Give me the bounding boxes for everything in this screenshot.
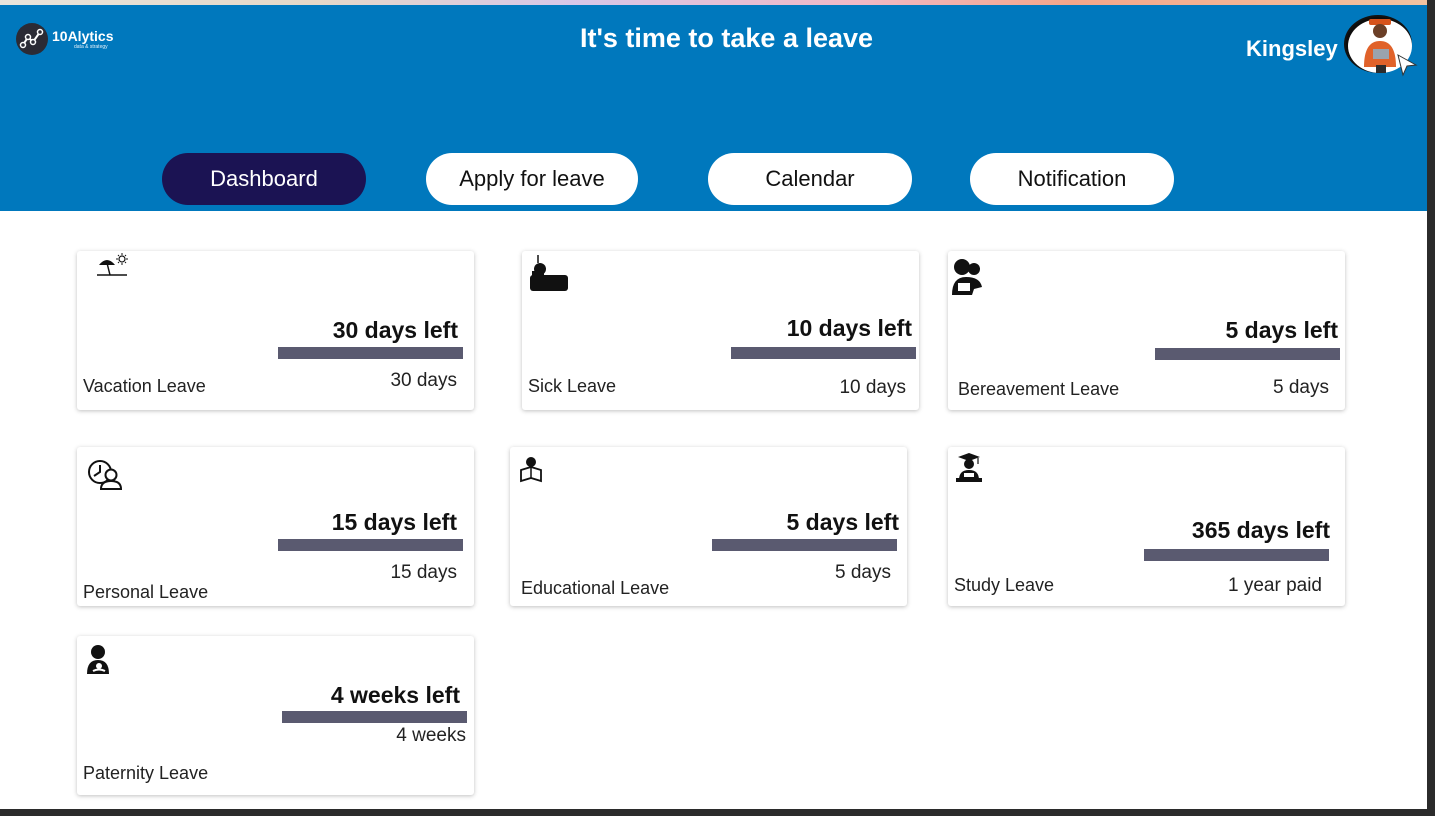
header: 10Alytics data & strategy It's time to t… (0, 5, 1427, 211)
progress-bar (278, 539, 463, 551)
beach-umbrella-icon (97, 253, 128, 276)
user-profile[interactable]: Kingsley (1246, 15, 1418, 77)
parent-child-icon (87, 645, 109, 674)
total-days: 5 days (835, 562, 891, 583)
leave-type-label: Bereavement Leave (958, 379, 1120, 399)
total-days: 30 days (390, 370, 457, 391)
days-left: 5 days left (786, 509, 900, 535)
sick-bed-icon (530, 255, 568, 291)
days-left: 5 days left (1225, 317, 1339, 343)
tab-apply-for-leave[interactable]: Apply for leave (426, 153, 638, 205)
leave-type-label: Vacation Leave (83, 376, 206, 396)
leave-card-sick[interactable]: 10 days left 10 days Sick Leave (522, 251, 919, 410)
mourning-people-icon (952, 259, 982, 295)
leave-type-label: Sick Leave (528, 376, 617, 396)
progress-bar (1144, 549, 1329, 561)
tab-dashboard[interactable]: Dashboard (162, 153, 366, 205)
app-window: 10Alytics data & strategy It's time to t… (0, 0, 1435, 816)
days-left: 365 days left (1191, 517, 1330, 543)
reading-person-icon (520, 457, 542, 483)
cursor-icon (1396, 54, 1418, 77)
progress-bar (712, 539, 897, 551)
user-name: Kingsley (1246, 36, 1338, 61)
person-clock-icon (88, 460, 123, 490)
days-left: 10 days left (786, 315, 912, 341)
progress-bar (278, 347, 463, 359)
progress-bar (282, 711, 467, 723)
window-edge (1427, 0, 1435, 816)
leave-card-educational[interactable]: 5 days left 5 days Educational Leave (510, 447, 907, 606)
window-bottom-edge (0, 809, 1435, 816)
graduate-icon (956, 453, 982, 482)
total-days: 10 days (839, 377, 906, 398)
leave-type-label: Study Leave (954, 575, 1055, 595)
leave-card-personal[interactable]: 15 days left 15 days Personal Leave (77, 447, 474, 606)
leave-type-label: Educational Leave (521, 578, 670, 598)
days-left: 30 days left (332, 317, 458, 343)
total-days: 1 year paid (1227, 575, 1322, 596)
total-days: 4 weeks (396, 725, 466, 746)
leave-card-study[interactable]: 365 days left 1 year paid Study Leave (948, 447, 1345, 606)
total-days: 5 days (1273, 377, 1329, 398)
leave-type-label: Personal Leave (83, 582, 209, 602)
leave-card-bereavement[interactable]: 5 days left 5 days Bereavement Leave (948, 251, 1345, 410)
tab-calendar[interactable]: Calendar (708, 153, 912, 205)
days-left: 4 weeks left (330, 682, 460, 708)
leave-card-vacation[interactable]: 30 days left 30 days Vacation Leave (77, 251, 474, 410)
leave-type-label: Paternity Leave (83, 763, 209, 783)
total-days: 15 days (390, 562, 457, 583)
leave-card-paternity[interactable]: 4 weeks left 4 weeks Paternity Leave (77, 636, 474, 795)
avatar[interactable] (1343, 15, 1418, 77)
page-title: It's time to take a leave (579, 23, 874, 53)
tab-notification[interactable]: Notification (970, 153, 1174, 205)
progress-bar (1155, 348, 1340, 360)
days-left: 15 days left (331, 509, 457, 535)
progress-bar (731, 347, 916, 359)
